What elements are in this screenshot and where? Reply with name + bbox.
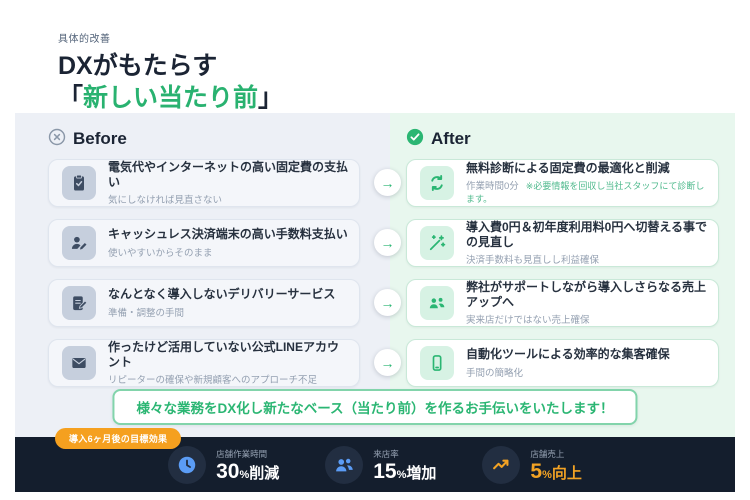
- goal-badge: 導入6ヶ月後の目標効果: [55, 428, 182, 449]
- after-card: 導入費0円＆初年度利用料0円へ切替える事での見直し 決済手数料も見直しし利益確保: [406, 219, 719, 267]
- card-subtitle: 使いやすいからそのまま: [108, 247, 213, 259]
- footer: 導入6ヶ月後の目標効果 店舗作業時間 30%削減 来店率 15%増加 店舗売上 …: [15, 428, 735, 492]
- envelope-icon: [62, 346, 96, 380]
- card-title: 弊社がサポートしながら導入しさらなる売上アップへ: [466, 279, 707, 309]
- after-card: 自動化ツールによる効率的な集客確保 手間の簡略化: [406, 339, 719, 387]
- before-card: なんとなく導入しないデリバリーサービス 準備・調整の手間: [48, 279, 360, 327]
- card-title: 導入費0円＆初年度利用料0円へ切替える事での見直し: [466, 219, 707, 249]
- title-bracket-open: 「: [58, 84, 84, 112]
- card-title: 作ったけど活用していない公式LINEアカウント: [108, 339, 339, 369]
- after-label: After: [431, 129, 471, 148]
- before-cards: 電気代やインターネットの高い固定費の支払い 気にしなければ見直さない キャッシュ…: [48, 159, 360, 387]
- stat-work-time: 店舗作業時間 30%削減: [168, 445, 280, 484]
- arrow-right-icon: →: [374, 349, 401, 376]
- stat-value: 15%増加: [373, 459, 437, 483]
- magic-wand-icon: [420, 226, 454, 260]
- card-title: 自動化ツールによる効率的な集客確保: [466, 347, 670, 362]
- page-title: DXがもたらす 「新しい当たり前」: [58, 50, 750, 114]
- card-subtitle: 気にしなければ見直さない: [108, 195, 223, 207]
- clipboard-pen-icon: [62, 286, 96, 320]
- stat-label: 来店率: [373, 448, 399, 459]
- stat-store-sales: 店舗売上 5%向上: [482, 445, 582, 484]
- x-circle-icon: [48, 128, 66, 151]
- trend-up-icon: [482, 445, 521, 484]
- stat-visit-rate: 来店率 15%増加: [325, 445, 437, 484]
- card-subtitle: 実来店だけではない売上確保: [466, 315, 590, 327]
- slide: 具体的改善 DXがもたらす 「新しい当たり前」 Before 電気代やインターネ…: [0, 0, 750, 500]
- before-card: 作ったけど活用していない公式LINEアカウント リピーターの確保や新規顧客へのア…: [48, 339, 360, 387]
- team-icon: [420, 286, 454, 320]
- after-header: After: [406, 128, 719, 151]
- card-subtitle: 手間の簡略化: [466, 367, 524, 379]
- summary-banner: 様々な業務をDX化し新たなベース（当たり前）を作るお手伝いをいたします！: [112, 389, 638, 425]
- eyebrow-label: 具体的改善: [58, 34, 111, 45]
- title-line1: DXがもたらす: [58, 52, 218, 80]
- before-label: Before: [73, 129, 127, 148]
- title-bracket-close: 」: [258, 84, 284, 112]
- clipboard-check-icon: [62, 166, 96, 200]
- arrow-right-icon: →: [374, 289, 401, 316]
- stat-label: 店舗作業時間: [216, 448, 268, 459]
- arrow-right-icon: →: [374, 229, 401, 256]
- card-title: キャッシュレス決済端末の高い手数料支払い: [108, 227, 348, 242]
- stat-label: 店舗売上: [530, 448, 565, 459]
- user-pen-icon: [62, 226, 96, 260]
- clock-icon: [168, 445, 207, 484]
- comparison-area: Before 電気代やインターネットの高い固定費の支払い 気にしなければ見直さな…: [15, 113, 735, 437]
- before-card: キャッシュレス決済端末の高い手数料支払い 使いやすいからそのまま: [48, 219, 360, 267]
- after-card: 弊社がサポートしながら導入しさらなる売上アップへ 実来店だけではない売上確保: [406, 279, 719, 327]
- before-header: Before: [48, 128, 360, 151]
- card-subtitle: 作業時間0分: [466, 181, 519, 193]
- refresh-icon: [420, 166, 454, 200]
- stat-value: 5%向上: [530, 459, 582, 483]
- before-card: 電気代やインターネットの高い固定費の支払い 気にしなければ見直さない: [48, 159, 360, 207]
- users-icon: [325, 445, 364, 484]
- card-title: 電気代やインターネットの高い固定費の支払い: [108, 159, 349, 189]
- card-subtitle: 決済手数料も見直しし利益確保: [466, 255, 600, 267]
- card-subtitle: 準備・調整の手間: [108, 307, 185, 319]
- title-highlight: 新しい当たり前: [83, 84, 259, 112]
- card-title: なんとなく導入しないデリバリーサービス: [108, 287, 336, 302]
- smartphone-icon: [420, 346, 454, 380]
- stat-value: 30%削減: [216, 459, 280, 483]
- card-subtitle: リピーターの確保や新規顧客へのアプローチ不足: [108, 375, 318, 387]
- after-cards: 無料診断による固定費の最適化と削減 作業時間0分 ※必要情報を回収し当社スタッフに…: [406, 159, 719, 387]
- after-card: 無料診断による固定費の最適化と削減 作業時間0分 ※必要情報を回収し当社スタッフに…: [406, 159, 719, 207]
- check-circle-icon: [406, 128, 424, 151]
- header: 具体的改善 DXがもたらす 「新しい当たり前」: [0, 0, 750, 114]
- arrow-right-icon: →: [374, 169, 401, 196]
- card-title: 無料診断による固定費の最適化と削減: [466, 160, 670, 175]
